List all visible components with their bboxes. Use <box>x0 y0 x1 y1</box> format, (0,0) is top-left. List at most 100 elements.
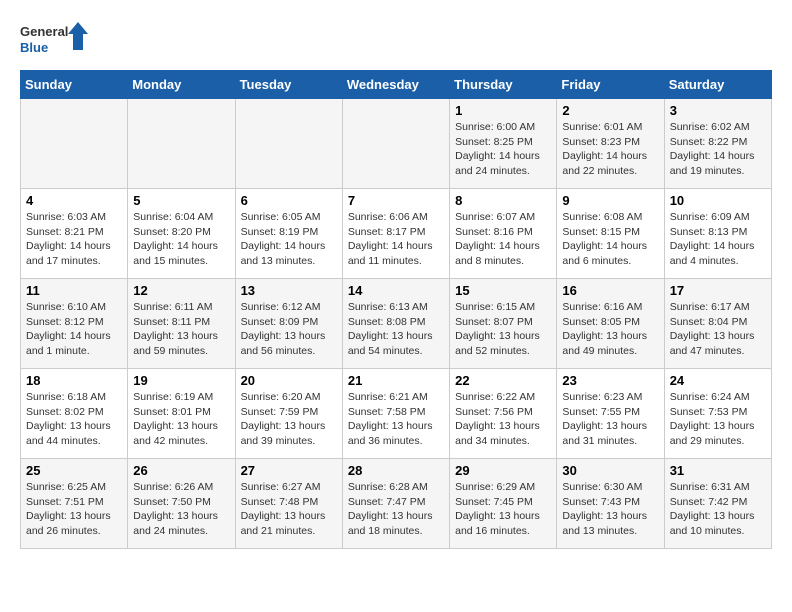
week-row-3: 11 Sunrise: 6:10 AMSunset: 8:12 PMDayligh… <box>21 279 772 369</box>
week-row-5: 25 Sunrise: 6:25 AMSunset: 7:51 PMDayligh… <box>21 459 772 549</box>
calendar-cell: 24Sunrise: 6:24 AMSunset: 7:53 PMDayligh… <box>664 369 771 459</box>
day-number: 7 <box>348 193 444 208</box>
header-thursday: Thursday <box>450 71 557 99</box>
day-number: 27 <box>241 463 337 478</box>
calendar-cell: 20 Sunrise: 6:20 AMSunset: 7:59 PMDayligh… <box>235 369 342 459</box>
day-info: Sunrise: 6:30 AMSunset: 7:43 PMDaylight:… <box>562 480 658 539</box>
day-info: Sunrise: 6:31 AMSunset: 7:42 PMDaylight:… <box>670 480 766 539</box>
calendar-cell: 26 Sunrise: 6:26 AMSunset: 7:50 PMDayligh… <box>128 459 235 549</box>
calendar-cell: 2 Sunrise: 6:01 AMSunset: 8:23 PMDaylight… <box>557 99 664 189</box>
day-info: Sunrise: 6:16 AMSunset: 8:05 PMDaylight:… <box>562 300 658 359</box>
day-number: 29 <box>455 463 551 478</box>
calendar-header: SundayMondayTuesdayWednesdayThursdayFrid… <box>21 71 772 99</box>
header-wednesday: Wednesday <box>342 71 449 99</box>
calendar-cell: 28Sunrise: 6:28 AMSunset: 7:47 PMDayligh… <box>342 459 449 549</box>
day-info: Sunrise: 6:21 AMSunset: 7:58 PMDaylight:… <box>348 390 444 449</box>
svg-text:Blue: Blue <box>20 40 48 55</box>
day-number: 19 <box>133 373 229 388</box>
day-info: Sunrise: 6:04 AMSunset: 8:20 PMDaylight:… <box>133 210 229 269</box>
page-header: General Blue <box>20 20 772 60</box>
day-number: 16 <box>562 283 658 298</box>
day-number: 14 <box>348 283 444 298</box>
day-info: Sunrise: 6:02 AMSunset: 8:22 PMDaylight:… <box>670 120 766 179</box>
calendar-cell <box>128 99 235 189</box>
day-number: 20 <box>241 373 337 388</box>
calendar-cell: 18 Sunrise: 6:18 AMSunset: 8:02 PMDayligh… <box>21 369 128 459</box>
day-number: 22 <box>455 373 551 388</box>
calendar-cell <box>342 99 449 189</box>
day-number: 2 <box>562 103 658 118</box>
day-number: 8 <box>455 193 551 208</box>
calendar-cell: 6 Sunrise: 6:05 AMSunset: 8:19 PMDaylight… <box>235 189 342 279</box>
day-number: 30 <box>562 463 658 478</box>
calendar-cell: 4 Sunrise: 6:03 AMSunset: 8:21 PMDaylight… <box>21 189 128 279</box>
day-info: Sunrise: 6:25 AMSunset: 7:51 PMDaylight:… <box>26 480 122 539</box>
day-info: Sunrise: 6:27 AMSunset: 7:48 PMDaylight:… <box>241 480 337 539</box>
day-info: Sunrise: 6:00 AMSunset: 8:25 PMDaylight:… <box>455 120 551 179</box>
calendar-cell: 7Sunrise: 6:06 AMSunset: 8:17 PMDaylight… <box>342 189 449 279</box>
day-info: Sunrise: 6:24 AMSunset: 7:53 PMDaylight:… <box>670 390 766 449</box>
day-number: 6 <box>241 193 337 208</box>
calendar-cell: 27 Sunrise: 6:27 AMSunset: 7:48 PMDayligh… <box>235 459 342 549</box>
week-row-2: 4 Sunrise: 6:03 AMSunset: 8:21 PMDaylight… <box>21 189 772 279</box>
day-info: Sunrise: 6:05 AMSunset: 8:19 PMDaylight:… <box>241 210 337 269</box>
day-number: 25 <box>26 463 122 478</box>
day-number: 15 <box>455 283 551 298</box>
day-number: 18 <box>26 373 122 388</box>
day-number: 17 <box>670 283 766 298</box>
calendar-cell: 25 Sunrise: 6:25 AMSunset: 7:51 PMDayligh… <box>21 459 128 549</box>
calendar-cell: 19 Sunrise: 6:19 AMSunset: 8:01 PMDayligh… <box>128 369 235 459</box>
day-number: 23 <box>562 373 658 388</box>
calendar-cell: 16 Sunrise: 6:16 AMSunset: 8:05 PMDayligh… <box>557 279 664 369</box>
calendar-cell: 10 Sunrise: 6:09 AMSunset: 8:13 PMDayligh… <box>664 189 771 279</box>
day-info: Sunrise: 6:13 AMSunset: 8:08 PMDaylight:… <box>348 300 444 359</box>
calendar-cell <box>235 99 342 189</box>
header-friday: Friday <box>557 71 664 99</box>
calendar-cell: 5 Sunrise: 6:04 AMSunset: 8:20 PMDaylight… <box>128 189 235 279</box>
day-info: Sunrise: 6:01 AMSunset: 8:23 PMDaylight:… <box>562 120 658 179</box>
calendar-cell: 13Sunrise: 6:12 AMSunset: 8:09 PMDayligh… <box>235 279 342 369</box>
calendar-cell: 11 Sunrise: 6:10 AMSunset: 8:12 PMDayligh… <box>21 279 128 369</box>
header-saturday: Saturday <box>664 71 771 99</box>
day-number: 26 <box>133 463 229 478</box>
day-number: 11 <box>26 283 122 298</box>
day-number: 1 <box>455 103 551 118</box>
day-info: Sunrise: 6:09 AMSunset: 8:13 PMDaylight:… <box>670 210 766 269</box>
calendar-cell: 9 Sunrise: 6:08 AMSunset: 8:15 PMDaylight… <box>557 189 664 279</box>
calendar-cell: 21 Sunrise: 6:21 AMSunset: 7:58 PMDayligh… <box>342 369 449 459</box>
day-info: Sunrise: 6:19 AMSunset: 8:01 PMDaylight:… <box>133 390 229 449</box>
day-info: Sunrise: 6:07 AMSunset: 8:16 PMDaylight:… <box>455 210 551 269</box>
calendar-cell: 12Sunrise: 6:11 AMSunset: 8:11 PMDayligh… <box>128 279 235 369</box>
day-info: Sunrise: 6:18 AMSunset: 8:02 PMDaylight:… <box>26 390 122 449</box>
day-info: Sunrise: 6:03 AMSunset: 8:21 PMDaylight:… <box>26 210 122 269</box>
day-info: Sunrise: 6:26 AMSunset: 7:50 PMDaylight:… <box>133 480 229 539</box>
calendar-table: SundayMondayTuesdayWednesdayThursdayFrid… <box>20 70 772 549</box>
day-number: 9 <box>562 193 658 208</box>
logo: General Blue <box>20 20 90 60</box>
calendar-cell: 30 Sunrise: 6:30 AMSunset: 7:43 PMDayligh… <box>557 459 664 549</box>
week-row-4: 18 Sunrise: 6:18 AMSunset: 8:02 PMDayligh… <box>21 369 772 459</box>
calendar-cell: 1 Sunrise: 6:00 AMSunset: 8:25 PMDaylight… <box>450 99 557 189</box>
day-info: Sunrise: 6:23 AMSunset: 7:55 PMDaylight:… <box>562 390 658 449</box>
day-number: 12 <box>133 283 229 298</box>
week-row-1: 1 Sunrise: 6:00 AMSunset: 8:25 PMDaylight… <box>21 99 772 189</box>
day-number: 28 <box>348 463 444 478</box>
day-info: Sunrise: 6:20 AMSunset: 7:59 PMDaylight:… <box>241 390 337 449</box>
generalblue-logo-icon: General Blue <box>20 20 90 60</box>
day-info: Sunrise: 6:08 AMSunset: 8:15 PMDaylight:… <box>562 210 658 269</box>
calendar-cell: 3Sunrise: 6:02 AMSunset: 8:22 PMDaylight… <box>664 99 771 189</box>
day-number: 4 <box>26 193 122 208</box>
header-sunday: Sunday <box>21 71 128 99</box>
header-row: SundayMondayTuesdayWednesdayThursdayFrid… <box>21 71 772 99</box>
day-number: 5 <box>133 193 229 208</box>
day-number: 21 <box>348 373 444 388</box>
day-info: Sunrise: 6:10 AMSunset: 8:12 PMDaylight:… <box>26 300 122 359</box>
day-number: 13 <box>241 283 337 298</box>
calendar-cell: 23 Sunrise: 6:23 AMSunset: 7:55 PMDayligh… <box>557 369 664 459</box>
calendar-cell: 31Sunrise: 6:31 AMSunset: 7:42 PMDayligh… <box>664 459 771 549</box>
calendar-cell: 29Sunrise: 6:29 AMSunset: 7:45 PMDayligh… <box>450 459 557 549</box>
calendar-cell: 8 Sunrise: 6:07 AMSunset: 8:16 PMDaylight… <box>450 189 557 279</box>
day-info: Sunrise: 6:15 AMSunset: 8:07 PMDaylight:… <box>455 300 551 359</box>
calendar-cell: 15 Sunrise: 6:15 AMSunset: 8:07 PMDayligh… <box>450 279 557 369</box>
day-number: 10 <box>670 193 766 208</box>
